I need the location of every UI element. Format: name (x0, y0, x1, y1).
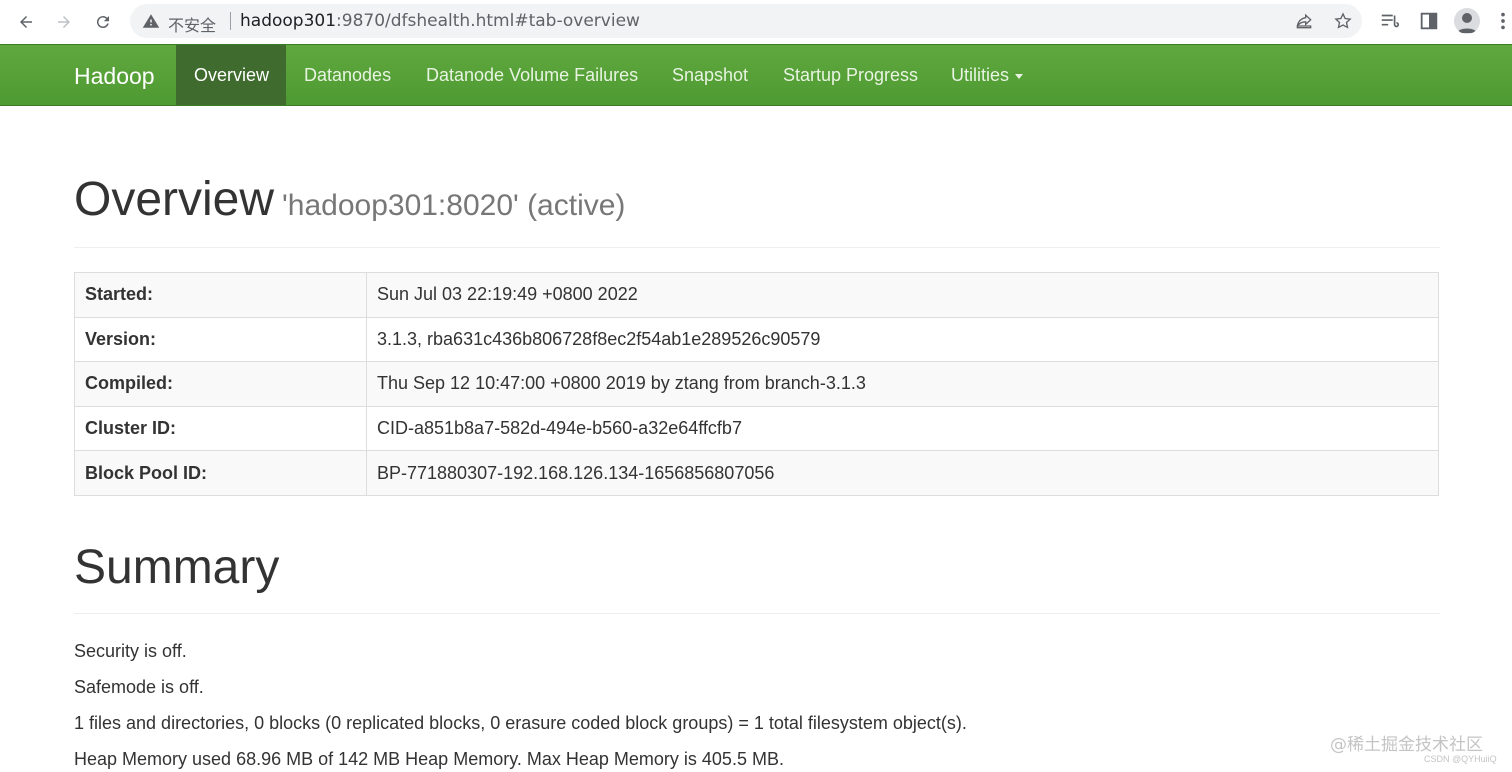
browser-toolbar: 不安全 hadoop301:9870/dfshealth.html#tab-ov… (0, 0, 1512, 44)
forward-button[interactable] (51, 9, 77, 35)
page-title: Overview'hadoop301:8020' (active) (74, 172, 625, 227)
url-host: hadoop301 (240, 11, 337, 31)
summary-title: Summary (74, 541, 280, 594)
summary-security: Security is off. (74, 641, 187, 661)
reload-button[interactable] (90, 9, 116, 35)
table-row: Started: Sun Jul 03 22:19:49 +0800 2022 (74, 272, 1439, 318)
summary-safemode: Safemode is off. (74, 677, 204, 697)
nav-overview-label: Overview (194, 65, 270, 85)
hadoop-navbar: Hadoop Overview Datanodes Datanode Volum… (0, 44, 1512, 106)
brand-logo[interactable]: Hadoop (74, 63, 155, 90)
nav-datanode-volume-failures[interactable]: Datanode Volume Failures (408, 45, 656, 105)
row-label: Cluster ID: (74, 405, 367, 452)
table-row: Compiled: Thu Sep 12 10:47:00 +0800 2019… (74, 361, 1439, 407)
reading-list-icon[interactable] (1379, 10, 1401, 32)
row-label: Compiled: (74, 361, 367, 407)
nav-utilities[interactable]: Utilities (933, 45, 1041, 105)
divider (74, 613, 1440, 614)
url-text[interactable]: hadoop301:9870/dfshealth.html#tab-overvi… (240, 11, 640, 31)
star-icon[interactable] (1333, 11, 1353, 31)
chevron-down-icon (1015, 73, 1024, 79)
side-panel-icon[interactable] (1418, 10, 1440, 32)
row-value: CID-a851b8a7-582d-494e-b560-a32e64ffcfb7 (366, 405, 1439, 452)
menu-dots-icon[interactable] (1496, 10, 1510, 32)
nav-startup-progress-label: Startup Progress (783, 65, 919, 85)
table-row: Block Pool ID: BP-771880307-192.168.126.… (74, 450, 1439, 496)
watermark: @稀土掘金技术社区 (1330, 735, 1483, 755)
overview-info-table: Started: Sun Jul 03 22:19:49 +0800 2022 … (74, 272, 1439, 496)
nav-overview[interactable]: Overview (176, 45, 286, 105)
overview-subtitle: 'hadoop301:8020' (active) (282, 189, 626, 222)
nav-volume-failures-label: Datanode Volume Failures (426, 65, 639, 85)
row-value: 3.1.3, rba631c436b806728f8ec2f54ab1e2895… (366, 316, 1439, 363)
back-button[interactable] (13, 9, 39, 35)
nav-startup-progress[interactable]: Startup Progress (765, 45, 936, 105)
nav-datanodes[interactable]: Datanodes (286, 45, 409, 105)
omnibox-divider (230, 12, 231, 30)
reload-icon (96, 16, 109, 29)
arrow-left-icon (20, 16, 32, 28)
table-row: Version: 3.1.3, rba631c436b806728f8ec2f5… (74, 316, 1439, 363)
summary-filesystem-objects: 1 files and directories, 0 blocks (0 rep… (74, 713, 967, 733)
row-label: Block Pool ID: (74, 450, 367, 496)
profile-avatar[interactable] (1454, 8, 1480, 34)
row-value: Sun Jul 03 22:19:49 +0800 2022 (366, 272, 1439, 318)
warning-icon[interactable] (142, 12, 160, 30)
watermark-small: CSDN @QYHuiiQ (1424, 754, 1497, 764)
overview-title: Overview (74, 173, 275, 226)
divider (74, 247, 1440, 248)
nav-snapshot-label: Snapshot (672, 65, 749, 85)
table-row: Cluster ID: CID-a851b8a7-582d-494e-b560-… (74, 405, 1439, 452)
address-bar[interactable]: 不安全 hadoop301:9870/dfshealth.html#tab-ov… (130, 4, 1362, 38)
arrow-right-icon (58, 16, 70, 28)
row-value: BP-771880307-192.168.126.134-16568568070… (366, 450, 1439, 496)
share-icon[interactable] (1294, 11, 1314, 31)
row-value: Thu Sep 12 10:47:00 +0800 2019 by ztang … (366, 361, 1439, 407)
nav-snapshot[interactable]: Snapshot (654, 45, 766, 105)
summary-heap-memory: Heap Memory used 68.96 MB of 142 MB Heap… (74, 749, 784, 769)
row-label: Version: (74, 316, 367, 363)
row-label: Started: (74, 272, 367, 318)
url-path: :9870/dfshealth.html#tab-overview (336, 11, 640, 31)
nav-utilities-label: Utilities (951, 65, 1010, 85)
nav-datanodes-label: Datanodes (304, 65, 392, 85)
person-icon (1457, 13, 1477, 33)
insecure-label[interactable]: 不安全 (168, 12, 216, 36)
